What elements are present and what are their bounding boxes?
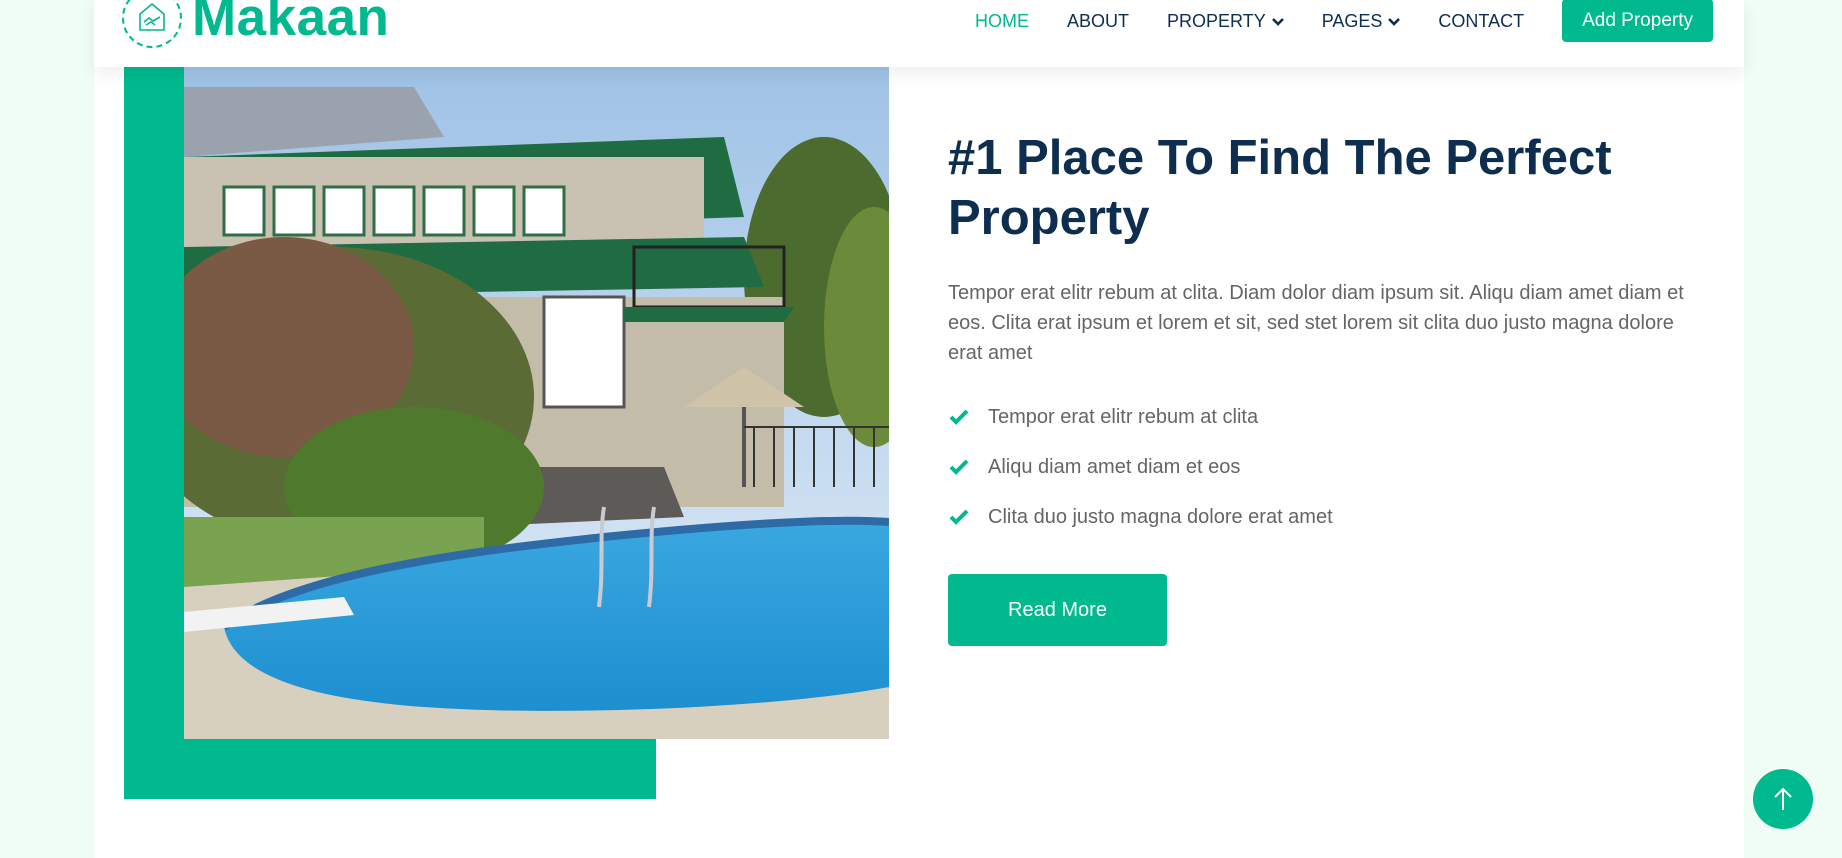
nav-pages[interactable]: PAGES — [1322, 11, 1401, 32]
navbar: Makaan HOME ABOUT PROPERTY PAGES CONTACT… — [94, 0, 1744, 67]
chevron-down-icon — [1271, 18, 1284, 26]
back-to-top-button[interactable] — [1753, 769, 1813, 829]
check-icon — [948, 406, 970, 428]
brand[interactable]: Makaan — [122, 0, 389, 48]
arrow-up-icon — [1774, 787, 1792, 810]
nav-home[interactable]: HOME — [975, 11, 1029, 32]
about-image-section — [124, 67, 889, 799]
nav-property-label: PROPERTY — [1167, 10, 1266, 31]
read-more-button[interactable]: Read More — [948, 574, 1167, 646]
feature-text: Tempor erat elitr rebum at clita — [988, 405, 1259, 428]
feature-list: Tempor erat elitr rebum at clita Aliqu d… — [948, 392, 1708, 542]
nav-property[interactable]: PROPERTY — [1167, 11, 1284, 32]
chevron-down-icon — [1388, 18, 1401, 26]
decorative-green-base — [124, 739, 656, 799]
nav-about-label: ABOUT — [1067, 10, 1130, 31]
feature-text: Aliqu diam amet diam et eos — [988, 455, 1241, 478]
nav-pages-label: PAGES — [1321, 10, 1383, 31]
feature-item: Aliqu diam amet diam et eos — [948, 442, 1708, 492]
feature-item: Clita duo justo magna dolore erat amet — [948, 492, 1708, 542]
nav-contact[interactable]: CONTACT — [1438, 11, 1524, 32]
add-property-button[interactable]: Add Property — [1562, 0, 1713, 42]
nav-contact-label: CONTACT — [1438, 10, 1525, 31]
check-icon — [948, 506, 970, 528]
nav-home-label: HOME — [975, 10, 1029, 31]
feature-text: Clita duo justo magna dolore erat amet — [988, 505, 1333, 528]
house-with-pool-photo — [184, 67, 889, 739]
section-title: #1 Place To Find The Perfect Property — [948, 131, 1612, 245]
section-description: Tempor erat elitr rebum at clita. Diam d… — [948, 282, 1684, 364]
main-nav: HOME ABOUT PROPERTY PAGES CONTACT Add Pr… — [975, 0, 1713, 42]
feature-item: Tempor erat elitr rebum at clita — [948, 392, 1708, 442]
check-icon — [948, 456, 970, 478]
handshake-house-icon — [122, 0, 182, 48]
about-content: #1 Place To Find The Perfect Property Te… — [948, 128, 1708, 646]
brand-name: Makaan — [192, 0, 390, 47]
nav-about[interactable]: ABOUT — [1067, 11, 1129, 32]
